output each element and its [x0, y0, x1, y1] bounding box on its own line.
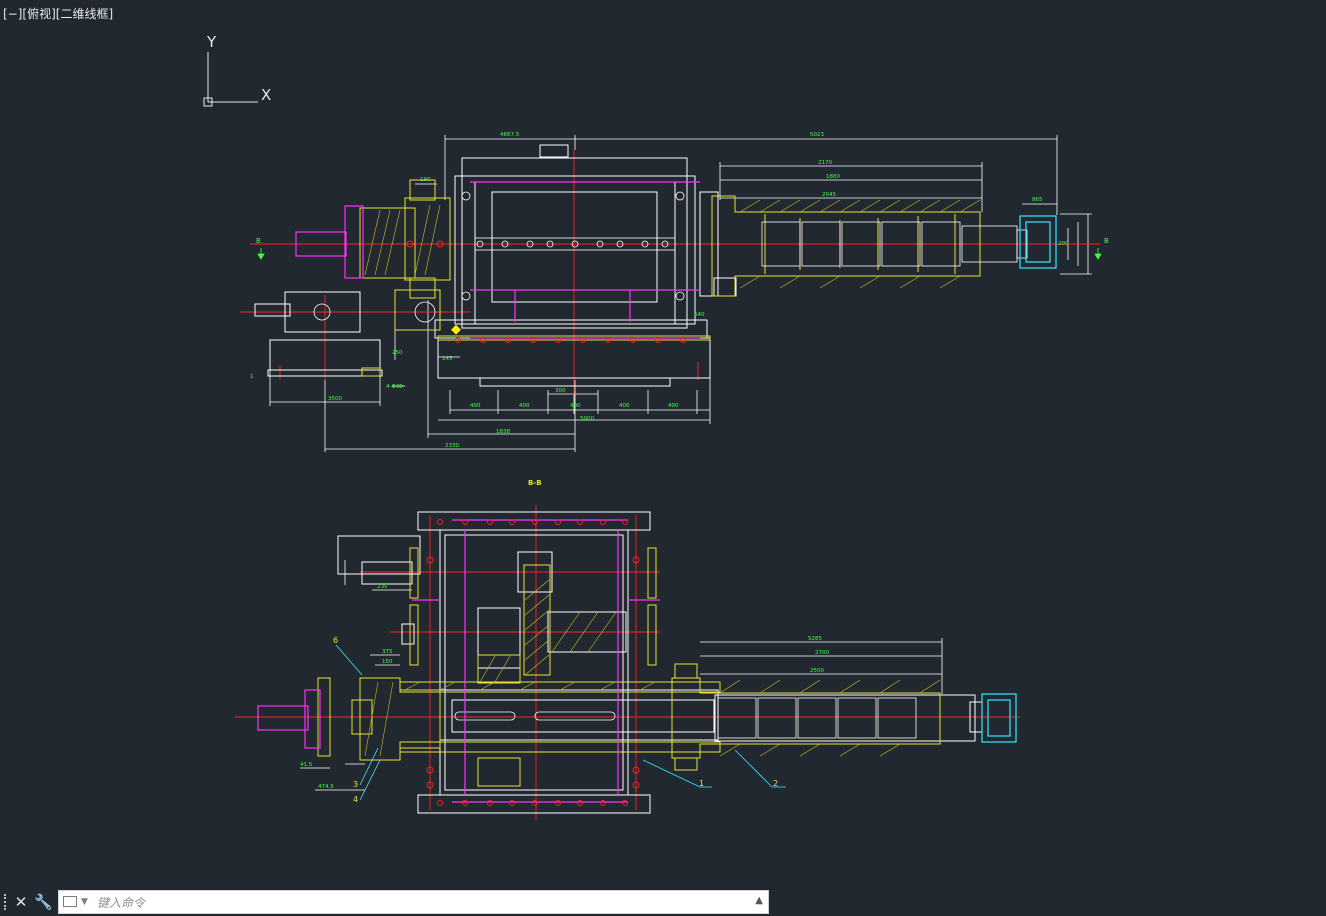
section-view-drawing: B-B [235, 479, 1020, 820]
top-yellow-parts [359, 179, 981, 377]
dimension-labels: 4667.5 5023 2170 1880 2045 865 190 200 6… [250, 132, 1069, 790]
dim-label: 4-Φ30 [386, 384, 403, 390]
dim-label: 1880 [826, 174, 840, 180]
dim-label: 145 [442, 356, 453, 362]
section-marker: B [256, 237, 261, 245]
dim-label: 400 [470, 403, 481, 409]
command-input-box[interactable]: ▼ ▲ [58, 890, 769, 914]
dim-label: 2700 [815, 650, 829, 656]
bottom-hatch [364, 579, 941, 757]
dim-label: 1838 [496, 429, 510, 435]
dim-label: 400 [619, 403, 630, 409]
command-input[interactable] [95, 892, 749, 914]
bottom-red-bolts [426, 519, 640, 806]
dim-label: 400 [668, 403, 679, 409]
dim-label: 3500 [328, 396, 342, 402]
section-arrows [257, 248, 1102, 260]
dim-label: 2330 [445, 443, 459, 449]
dim-label: 400 [519, 403, 530, 409]
dim-label: 150 [382, 659, 393, 665]
command-prompt-icon[interactable] [63, 896, 77, 907]
dim-label: 5000 [580, 416, 594, 422]
dim-label: 190 [420, 177, 431, 183]
section-label: B-B [528, 479, 542, 487]
ucs-x-label: X [261, 86, 271, 104]
top-magenta-parts [295, 181, 700, 339]
dim-label: 5285 [808, 636, 822, 642]
ucs-icon [203, 52, 258, 107]
dim-label: 250 [392, 350, 403, 356]
command-line-bar: ✕ 🔧 ▼ ▲ [0, 888, 1326, 916]
dim-label: 2170 [818, 160, 832, 166]
part-number-label: 6 [333, 636, 338, 645]
close-icon[interactable]: ✕ [12, 892, 30, 912]
top-centerlines [240, 150, 1100, 395]
chevron-down-icon[interactable]: ▼ [81, 897, 88, 907]
dim-label: 375 [382, 649, 393, 655]
dim-label: 1 [250, 374, 254, 380]
part-number-label: 4 [353, 795, 358, 804]
dim-label: 865 [1032, 197, 1043, 203]
top-gearbox-body [254, 144, 737, 387]
ucs-y-label: Y [206, 33, 217, 51]
chevron-up-icon[interactable]: ▲ [755, 895, 763, 906]
dim-label: 2500 [810, 668, 824, 674]
dim-label: 400 [570, 403, 581, 409]
dim-label: 235 [377, 584, 388, 590]
dim-label: 5023 [810, 132, 824, 138]
drawing-viewport[interactable]: [−][俯视][二维线框] Y X B-B 4667.5 5023 2170 1… [0, 0, 1326, 888]
top-end-cap [1019, 215, 1057, 269]
dim-label: 474.5 [318, 784, 334, 790]
dim-label: 640 [694, 312, 705, 318]
section-marker: B [1104, 237, 1109, 245]
grip-handle[interactable] [4, 894, 10, 910]
top-red-bolts [406, 240, 686, 343]
bottom-dimension-lines [300, 560, 943, 791]
part-number-label: 2 [773, 779, 778, 788]
dim-label: 2045 [822, 192, 836, 198]
bottom-end-cap [981, 693, 1017, 743]
drawing-canvas[interactable]: Y X B-B 4667.5 5023 2170 1880 2045 865 1… [0, 0, 1326, 888]
wrench-icon[interactable]: 🔧 [34, 892, 53, 912]
part-number-label: 3 [353, 780, 358, 789]
dim-label: 200 [1058, 241, 1069, 247]
part-number-label: 1 [699, 779, 704, 788]
dim-label: 300 [555, 388, 566, 394]
selection-grip[interactable] [451, 324, 461, 335]
bottom-magenta-parts [257, 519, 660, 803]
dim-label: 41.5 [300, 762, 313, 768]
dim-label: 4667.5 [500, 132, 520, 138]
